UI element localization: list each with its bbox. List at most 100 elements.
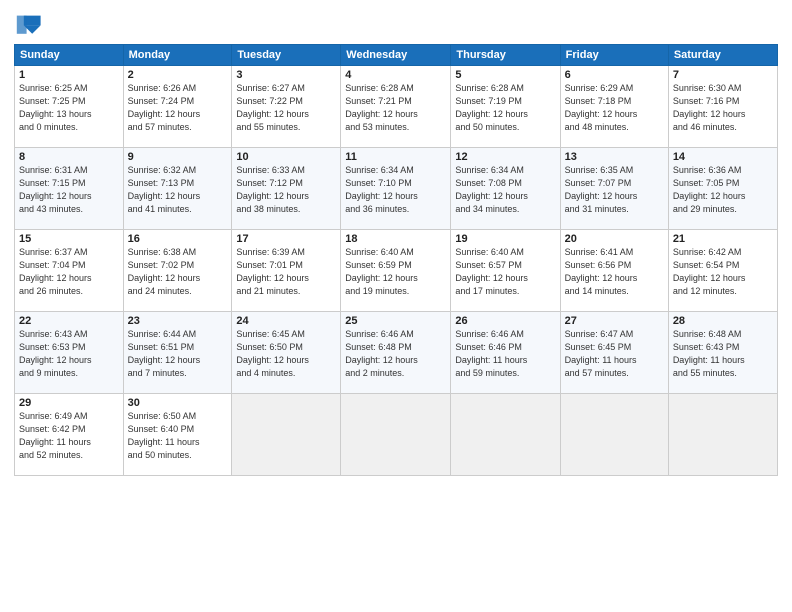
day-number: 11 [345,151,446,163]
day-info: Sunrise: 6:40 AM Sunset: 6:57 PM Dayligh… [455,246,555,298]
calendar-cell: 9Sunrise: 6:32 AM Sunset: 7:13 PM Daylig… [123,148,232,230]
day-info: Sunrise: 6:47 AM Sunset: 6:45 PM Dayligh… [565,328,664,380]
day-number: 6 [565,69,664,81]
day-number: 24 [236,315,336,327]
calendar-header-saturday: Saturday [668,45,777,66]
calendar-cell: 8Sunrise: 6:31 AM Sunset: 7:15 PM Daylig… [15,148,124,230]
calendar-cell: 18Sunrise: 6:40 AM Sunset: 6:59 PM Dayli… [341,230,451,312]
calendar-header-wednesday: Wednesday [341,45,451,66]
day-info: Sunrise: 6:31 AM Sunset: 7:15 PM Dayligh… [19,164,119,216]
calendar-cell: 7Sunrise: 6:30 AM Sunset: 7:16 PM Daylig… [668,66,777,148]
day-number: 7 [673,69,773,81]
calendar-cell: 27Sunrise: 6:47 AM Sunset: 6:45 PM Dayli… [560,312,668,394]
calendar-cell: 29Sunrise: 6:49 AM Sunset: 6:42 PM Dayli… [15,394,124,476]
calendar-cell: 22Sunrise: 6:43 AM Sunset: 6:53 PM Dayli… [15,312,124,394]
day-number: 26 [455,315,555,327]
calendar-cell: 14Sunrise: 6:36 AM Sunset: 7:05 PM Dayli… [668,148,777,230]
day-number: 21 [673,233,773,245]
day-number: 15 [19,233,119,245]
calendar-cell: 3Sunrise: 6:27 AM Sunset: 7:22 PM Daylig… [232,66,341,148]
day-info: Sunrise: 6:46 AM Sunset: 6:48 PM Dayligh… [345,328,446,380]
day-number: 30 [128,397,228,409]
calendar-header-friday: Friday [560,45,668,66]
calendar-cell: 20Sunrise: 6:41 AM Sunset: 6:56 PM Dayli… [560,230,668,312]
page: SundayMondayTuesdayWednesdayThursdayFrid… [0,0,792,612]
day-number: 10 [236,151,336,163]
day-info: Sunrise: 6:27 AM Sunset: 7:22 PM Dayligh… [236,82,336,134]
calendar-table: SundayMondayTuesdayWednesdayThursdayFrid… [14,44,778,476]
calendar-header-monday: Monday [123,45,232,66]
day-number: 8 [19,151,119,163]
day-info: Sunrise: 6:40 AM Sunset: 6:59 PM Dayligh… [345,246,446,298]
day-info: Sunrise: 6:25 AM Sunset: 7:25 PM Dayligh… [19,82,119,134]
day-info: Sunrise: 6:39 AM Sunset: 7:01 PM Dayligh… [236,246,336,298]
day-number: 27 [565,315,664,327]
day-info: Sunrise: 6:38 AM Sunset: 7:02 PM Dayligh… [128,246,228,298]
calendar-cell [451,394,560,476]
day-number: 3 [236,69,336,81]
day-info: Sunrise: 6:46 AM Sunset: 6:46 PM Dayligh… [455,328,555,380]
calendar-cell: 4Sunrise: 6:28 AM Sunset: 7:21 PM Daylig… [341,66,451,148]
calendar-cell: 2Sunrise: 6:26 AM Sunset: 7:24 PM Daylig… [123,66,232,148]
calendar-week-2: 8Sunrise: 6:31 AM Sunset: 7:15 PM Daylig… [15,148,778,230]
calendar-cell: 24Sunrise: 6:45 AM Sunset: 6:50 PM Dayli… [232,312,341,394]
day-number: 18 [345,233,446,245]
day-info: Sunrise: 6:28 AM Sunset: 7:19 PM Dayligh… [455,82,555,134]
calendar-cell: 6Sunrise: 6:29 AM Sunset: 7:18 PM Daylig… [560,66,668,148]
day-info: Sunrise: 6:50 AM Sunset: 6:40 PM Dayligh… [128,410,228,462]
calendar-header-tuesday: Tuesday [232,45,341,66]
day-number: 25 [345,315,446,327]
day-number: 5 [455,69,555,81]
day-number: 4 [345,69,446,81]
calendar-week-4: 22Sunrise: 6:43 AM Sunset: 6:53 PM Dayli… [15,312,778,394]
calendar-week-5: 29Sunrise: 6:49 AM Sunset: 6:42 PM Dayli… [15,394,778,476]
day-number: 22 [19,315,119,327]
day-number: 29 [19,397,119,409]
day-info: Sunrise: 6:42 AM Sunset: 6:54 PM Dayligh… [673,246,773,298]
day-info: Sunrise: 6:32 AM Sunset: 7:13 PM Dayligh… [128,164,228,216]
calendar-week-1: 1Sunrise: 6:25 AM Sunset: 7:25 PM Daylig… [15,66,778,148]
calendar-cell: 23Sunrise: 6:44 AM Sunset: 6:51 PM Dayli… [123,312,232,394]
header [14,10,778,38]
day-info: Sunrise: 6:33 AM Sunset: 7:12 PM Dayligh… [236,164,336,216]
day-info: Sunrise: 6:44 AM Sunset: 6:51 PM Dayligh… [128,328,228,380]
calendar-cell: 5Sunrise: 6:28 AM Sunset: 7:19 PM Daylig… [451,66,560,148]
day-info: Sunrise: 6:28 AM Sunset: 7:21 PM Dayligh… [345,82,446,134]
calendar-cell: 26Sunrise: 6:46 AM Sunset: 6:46 PM Dayli… [451,312,560,394]
calendar-header-thursday: Thursday [451,45,560,66]
day-info: Sunrise: 6:34 AM Sunset: 7:10 PM Dayligh… [345,164,446,216]
calendar-header-sunday: Sunday [15,45,124,66]
day-info: Sunrise: 6:26 AM Sunset: 7:24 PM Dayligh… [128,82,228,134]
day-number: 16 [128,233,228,245]
calendar-cell: 11Sunrise: 6:34 AM Sunset: 7:10 PM Dayli… [341,148,451,230]
calendar-cell [560,394,668,476]
calendar-header-row: SundayMondayTuesdayWednesdayThursdayFrid… [15,45,778,66]
calendar-cell: 10Sunrise: 6:33 AM Sunset: 7:12 PM Dayli… [232,148,341,230]
day-number: 1 [19,69,119,81]
day-info: Sunrise: 6:34 AM Sunset: 7:08 PM Dayligh… [455,164,555,216]
day-number: 2 [128,69,228,81]
calendar-cell: 28Sunrise: 6:48 AM Sunset: 6:43 PM Dayli… [668,312,777,394]
logo-icon [14,10,42,38]
day-number: 20 [565,233,664,245]
calendar-week-3: 15Sunrise: 6:37 AM Sunset: 7:04 PM Dayli… [15,230,778,312]
calendar-cell: 17Sunrise: 6:39 AM Sunset: 7:01 PM Dayli… [232,230,341,312]
day-info: Sunrise: 6:35 AM Sunset: 7:07 PM Dayligh… [565,164,664,216]
day-info: Sunrise: 6:48 AM Sunset: 6:43 PM Dayligh… [673,328,773,380]
day-number: 28 [673,315,773,327]
day-number: 17 [236,233,336,245]
day-number: 13 [565,151,664,163]
day-number: 23 [128,315,228,327]
day-info: Sunrise: 6:43 AM Sunset: 6:53 PM Dayligh… [19,328,119,380]
day-number: 12 [455,151,555,163]
calendar-cell: 12Sunrise: 6:34 AM Sunset: 7:08 PM Dayli… [451,148,560,230]
calendar-cell: 30Sunrise: 6:50 AM Sunset: 6:40 PM Dayli… [123,394,232,476]
day-info: Sunrise: 6:36 AM Sunset: 7:05 PM Dayligh… [673,164,773,216]
calendar-cell: 21Sunrise: 6:42 AM Sunset: 6:54 PM Dayli… [668,230,777,312]
day-number: 14 [673,151,773,163]
calendar-cell: 19Sunrise: 6:40 AM Sunset: 6:57 PM Dayli… [451,230,560,312]
calendar-cell: 1Sunrise: 6:25 AM Sunset: 7:25 PM Daylig… [15,66,124,148]
calendar-cell: 15Sunrise: 6:37 AM Sunset: 7:04 PM Dayli… [15,230,124,312]
day-info: Sunrise: 6:37 AM Sunset: 7:04 PM Dayligh… [19,246,119,298]
day-number: 9 [128,151,228,163]
